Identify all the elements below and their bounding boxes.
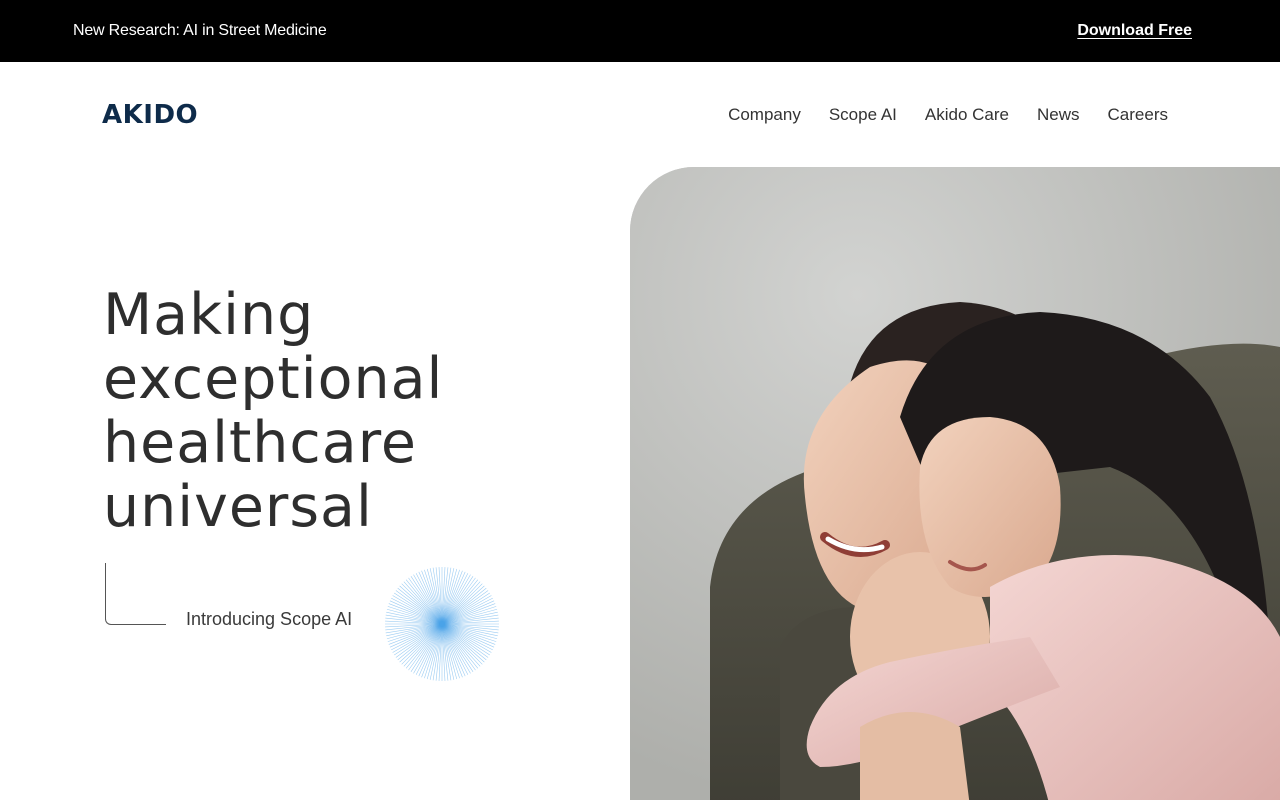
introducing-scope-ai-link[interactable]: Introducing Scope AI bbox=[186, 609, 352, 630]
download-free-link[interactable]: Download Free bbox=[1077, 22, 1192, 40]
nav-item-company[interactable]: Company bbox=[728, 105, 801, 125]
nav-item-scope-ai[interactable]: Scope AI bbox=[829, 105, 897, 125]
nav-item-akido-care[interactable]: Akido Care bbox=[925, 105, 1009, 125]
woman-and-child-photo bbox=[630, 167, 1280, 800]
nav-item-careers[interactable]: Careers bbox=[1108, 105, 1168, 125]
hero-title: Making exceptional healthcare universal bbox=[103, 283, 443, 539]
hero-title-line: healthcare bbox=[103, 410, 417, 476]
scope-burst-icon[interactable] bbox=[383, 565, 501, 683]
site-header: AKIDO Company Scope AI Akido Care News C… bbox=[0, 62, 1280, 167]
akido-logo[interactable]: AKIDO bbox=[102, 100, 198, 130]
announcement-bar: New Research: AI in Street Medicine Down… bbox=[0, 0, 1280, 62]
announcement-text: New Research: AI in Street Medicine bbox=[73, 22, 327, 39]
nav-item-news[interactable]: News bbox=[1037, 105, 1080, 125]
hero-title-line: universal bbox=[103, 474, 373, 540]
hero-title-line: exceptional bbox=[103, 346, 444, 412]
hero-title-line: Making bbox=[103, 282, 315, 348]
bracket-decoration bbox=[105, 563, 166, 625]
hero-image bbox=[630, 167, 1280, 800]
main-nav: Company Scope AI Akido Care News Careers bbox=[728, 105, 1168, 125]
